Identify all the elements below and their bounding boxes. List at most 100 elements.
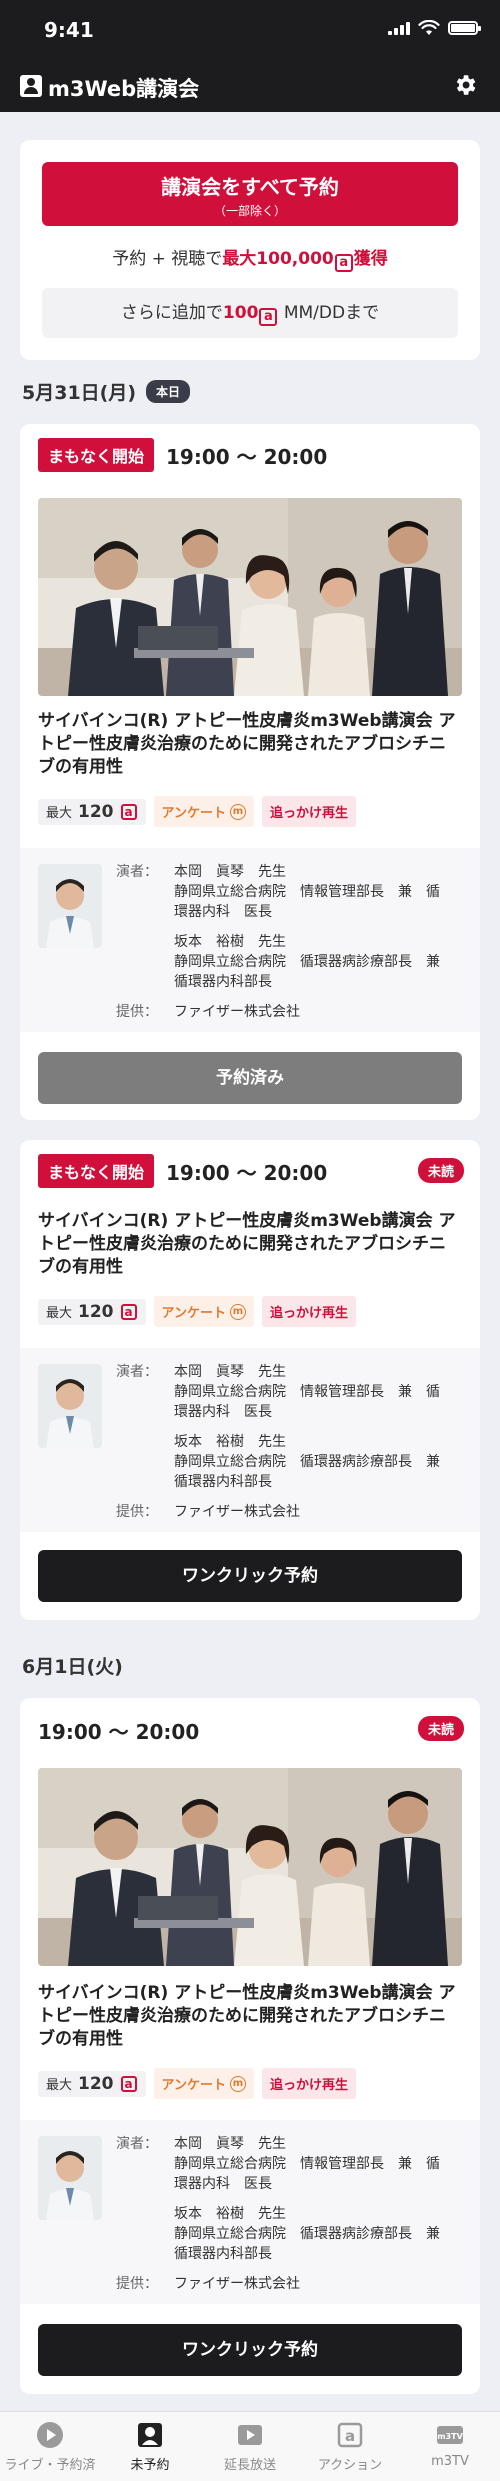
one-click-reserve-button[interactable]: ワンクリック予約	[38, 1550, 462, 1602]
gear-icon[interactable]	[452, 72, 478, 98]
event-image	[38, 498, 462, 696]
reserve-all-label: 講演会をすべて予約	[161, 175, 339, 199]
point-icon: a	[120, 803, 137, 820]
speaker-affiliation: 静岡県立総合病院 循環器病診療部長 兼 循環器内科部長	[174, 1454, 454, 1490]
person-logo-icon	[20, 75, 42, 97]
date-heading: 5月31日(月) 本日	[22, 378, 191, 405]
tag-row: 最大 120 a アンケート m 追っかけ再生	[38, 1296, 357, 1327]
survey-tag: アンケート m	[153, 1296, 254, 1327]
date-label: 5月31日(月)	[22, 382, 137, 404]
tab-live-reserved[interactable]: ライブ・予約済	[0, 2412, 100, 2481]
point-icon: a	[334, 254, 353, 272]
wifi-icon	[418, 20, 440, 35]
m-coin-icon: m	[230, 1303, 246, 1320]
event-card[interactable]: 19:00 〜 20:00 未読 サイバインコ(R) アトピー性皮膚炎m3Web…	[20, 1698, 480, 2394]
avatar	[38, 864, 102, 948]
speaker-name: 坂本 裕樹 先生	[174, 2206, 286, 2222]
starting-soon-badge: まもなく開始	[38, 438, 155, 472]
event-card[interactable]: まもなく開始 19:00 〜 20:00 未読 サイバインコ(R) アトピー性皮…	[20, 1140, 480, 1620]
speaker-name: 本岡 眞琴 先生	[174, 864, 286, 880]
speaker-name: 坂本 裕樹 先生	[174, 934, 286, 950]
speaker-affiliation: 静岡県立総合病院 情報管理部長 兼 循環器内科 医長	[174, 1384, 440, 1420]
m-coin-icon: m	[230, 2075, 246, 2092]
avatar	[38, 2136, 102, 2220]
date-label: 6月1日(火)	[22, 1656, 123, 1678]
survey-tag: アンケート m	[153, 2068, 254, 2099]
tab-bar: ライブ・予約済 未予約 延長放送 a アクション m3TV m3TV	[0, 2411, 500, 2481]
tab-m3tv[interactable]: m3TV m3TV	[400, 2412, 500, 2481]
provider: ファイザー株式会社	[174, 1504, 300, 1520]
speaker-box: 演者： 本岡 眞琴 先生 静岡県立総合病院 情報管理部長 兼 循環器内科 医長 坂本…	[20, 1348, 480, 1532]
speaker-affiliation: 静岡県立総合病院 循環器病診療部長 兼 循環器内科部長	[174, 2226, 454, 2262]
tab-label: 延長放送	[223, 2458, 276, 2473]
person-icon	[138, 2423, 162, 2447]
time-range: 19:00 〜 20:00	[38, 1720, 200, 1744]
provider: ファイザー株式会社	[174, 1004, 300, 1020]
point-icon: a	[120, 2075, 137, 2092]
m-coin-icon: m	[230, 803, 246, 820]
speaker-affiliation: 静岡県立総合病院 循環器病診療部長 兼 循環器内科部長	[174, 954, 454, 990]
speaker-info: 演者： 本岡 眞琴 先生 静岡県立総合病院 情報管理部長 兼 循環器内科 医長 坂本…	[116, 2136, 454, 2292]
point-icon: a	[120, 1303, 137, 1320]
video-play-icon	[238, 2425, 262, 2445]
svg-text:m3TV: m3TV	[437, 2432, 463, 2441]
tab-action[interactable]: a アクション	[300, 2412, 400, 2481]
speaker-affiliation: 静岡県立総合病院 情報管理部長 兼 循環器内科 医長	[174, 884, 440, 920]
app-header: m3Web講演会	[0, 58, 500, 112]
speaker-box: 演者： 本岡 眞琴 先生 静岡県立総合病院 情報管理部長 兼 循環器内科 医長 坂本…	[20, 2120, 480, 2304]
tag-row: 最大 120 a アンケート m 追っかけ再生	[38, 2068, 357, 2099]
max-points-tag: 最大 120 a	[38, 798, 146, 825]
event-title[interactable]: サイバインコ(R) アトピー性皮膚炎m3Web講演会 アトピー性皮膚炎治療のため…	[38, 710, 462, 779]
promo-card: 講演会をすべて予約 （一部除く） 予約 + 視聴で最大100,000 a 獲得 さら…	[20, 140, 480, 360]
survey-tag: アンケート m	[153, 796, 254, 827]
starting-soon-badge: まもなく開始	[38, 1154, 155, 1188]
speaker-info: 演者： 本岡 眞琴 先生 静岡県立総合病院 情報管理部長 兼 循環器内科 医長 坂本…	[116, 864, 454, 1020]
tab-unreserved[interactable]: 未予約	[100, 2412, 200, 2481]
event-title[interactable]: サイバインコ(R) アトピー性皮膚炎m3Web講演会 アトピー性皮膚炎治療のため…	[38, 1982, 462, 2051]
max-points-tag: 最大 120 a	[38, 2070, 146, 2097]
svg-text:a: a	[345, 2427, 355, 2445]
play-icon	[37, 2422, 63, 2448]
speaker-info: 演者： 本岡 眞琴 先生 静岡県立総合病院 情報管理部長 兼 循環器内科 医長 坂本…	[116, 1364, 454, 1520]
status-bar: 9:41	[0, 0, 500, 58]
additional-reward-box: さらに追加で100 a MM/DDまで	[42, 288, 458, 338]
replay-tag: 追っかけ再生	[262, 1296, 357, 1327]
status-icons	[388, 20, 481, 36]
speaker-name: 本岡 眞琴 先生	[174, 1364, 286, 1380]
tab-label: ライブ・予約済	[4, 2458, 96, 2473]
time-range: 19:00 〜 20:00	[166, 444, 328, 469]
tab-label: m3TV	[431, 2454, 469, 2469]
tab-extended-broadcast[interactable]: 延長放送	[200, 2412, 300, 2481]
signal-icon	[388, 21, 410, 35]
unread-badge: 未読	[417, 1716, 464, 1741]
m3tv-icon: m3TV	[437, 2426, 464, 2444]
battery-icon	[448, 21, 481, 35]
one-click-reserve-button[interactable]: ワンクリック予約	[38, 2324, 462, 2376]
speaker-box: 演者： 本岡 眞琴 先生 静岡県立総合病院 情報管理部長 兼 循環器内科 医長 坂本…	[20, 848, 480, 1032]
time-range: 19:00 〜 20:00	[166, 1160, 328, 1185]
action-point-icon: a	[337, 2422, 363, 2448]
event-image	[38, 1768, 462, 1966]
max-points-tag: 最大 120 a	[38, 1298, 146, 1325]
tab-label: アクション	[317, 2458, 383, 2473]
replay-tag: 追っかけ再生	[262, 2068, 357, 2099]
reserve-all-sub: （一部除く）	[213, 204, 286, 218]
reserve-all-button[interactable]: 講演会をすべて予約 （一部除く）	[42, 162, 458, 226]
speaker-name: 本岡 眞琴 先生	[174, 2136, 286, 2152]
app-title: m3Web講演会	[48, 77, 200, 101]
provider: ファイザー株式会社	[174, 2276, 300, 2292]
event-card[interactable]: まもなく開始 19:00 〜 20:00 サイバインコ(R) アトピー性皮膚炎m…	[20, 424, 480, 1120]
reward-text: 予約 + 視聴で最大100,000 a 獲得	[112, 249, 388, 272]
tag-row: 最大 120 a アンケート m 追っかけ再生	[38, 796, 357, 827]
status-time: 9:41	[44, 18, 94, 42]
unread-badge: 未読	[417, 1158, 464, 1183]
avatar	[38, 1364, 102, 1448]
speaker-affiliation: 静岡県立総合病院 情報管理部長 兼 循環器内科 医長	[174, 2156, 440, 2192]
event-title[interactable]: サイバインコ(R) アトピー性皮膚炎m3Web講演会 アトピー性皮膚炎治療のため…	[38, 1210, 462, 1279]
speaker-name: 坂本 裕樹 先生	[174, 1434, 286, 1450]
reserved-button[interactable]: 予約済み	[38, 1052, 462, 1104]
date-heading: 6月1日(火)	[22, 1652, 123, 1679]
replay-tag: 追っかけ再生	[262, 796, 357, 827]
today-badge: 本日	[146, 380, 191, 403]
tab-label: 未予約	[130, 2458, 170, 2473]
